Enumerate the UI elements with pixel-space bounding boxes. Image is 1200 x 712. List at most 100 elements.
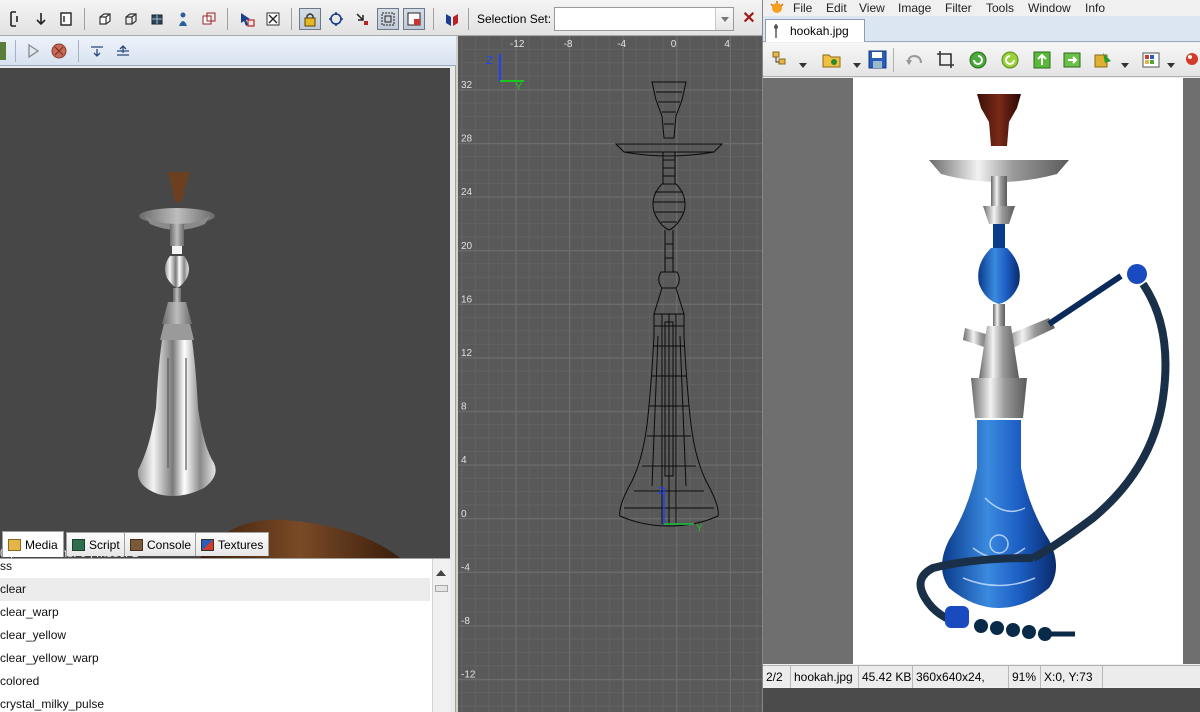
page-tool-icon[interactable] xyxy=(55,8,77,30)
hookah-render: 0 | transforms: 0 | msec: 1 xyxy=(0,172,400,558)
scroll-thumb[interactable] xyxy=(435,585,448,592)
list-item[interactable]: crystal_milky_pulse xyxy=(0,693,430,712)
bracket-tool-icon[interactable] xyxy=(4,8,26,30)
chevron-down-icon[interactable] xyxy=(715,8,733,30)
menu-window[interactable]: Window xyxy=(1028,0,1071,16)
list-item[interactable]: clear_warp xyxy=(0,601,430,624)
export-icon[interactable] xyxy=(1061,49,1083,74)
rotate-left-icon[interactable] xyxy=(967,49,989,74)
menu-bar: File Edit View Image Filter Tools Window… xyxy=(763,0,1200,16)
tab-script[interactable]: Script xyxy=(66,532,126,556)
menu-image[interactable]: Image xyxy=(898,0,931,16)
menu-filter[interactable]: Filter xyxy=(945,0,972,16)
browse-icon[interactable] xyxy=(771,49,793,74)
arrow-tool-icon[interactable] xyxy=(30,8,52,30)
step-up-icon[interactable] xyxy=(114,42,132,63)
list-item[interactable]: clear_yellow_warp xyxy=(0,647,430,670)
main-toolbar: Selection Set: ✕ xyxy=(0,0,762,36)
snap-icon[interactable] xyxy=(403,8,425,30)
play-icon[interactable] xyxy=(24,42,42,63)
open-folder-icon[interactable] xyxy=(821,49,843,74)
color-palette-icon[interactable] xyxy=(1141,49,1163,74)
axis-z-label: Z xyxy=(486,55,493,67)
pivot-icon[interactable] xyxy=(351,8,373,30)
scroll-up-icon[interactable] xyxy=(436,565,446,579)
textures-icon xyxy=(201,538,214,551)
tab-hookah-jpg[interactable]: hookah.jpg xyxy=(765,19,865,42)
mirror-icon[interactable] xyxy=(441,8,463,30)
step-down-icon[interactable] xyxy=(88,42,106,63)
mesh-icon[interactable] xyxy=(146,8,168,30)
group-icon[interactable] xyxy=(198,8,220,30)
chevron-down-icon[interactable] xyxy=(1167,57,1175,71)
panel-edge-icon xyxy=(0,42,6,60)
list-item[interactable]: clear_yellow xyxy=(0,624,430,647)
hookah-photo xyxy=(853,78,1183,664)
render-viewport[interactable]: 0 | transforms: 0 | msec: 1 xyxy=(0,68,450,558)
menu-file[interactable]: File xyxy=(793,0,812,16)
folder-icon xyxy=(8,538,21,551)
top-tick-label: 4 xyxy=(724,39,730,50)
save-icon[interactable] xyxy=(867,49,889,74)
script-icon xyxy=(72,538,85,551)
menu-tools[interactable]: Tools xyxy=(986,0,1014,16)
scene-panel: 0 | transforms: 0 | msec: 1 Media Script… xyxy=(0,36,456,712)
selection-set-label: Selection Set: xyxy=(477,12,552,26)
media-list[interactable]: ss clear clear_warp clear_yellow clear_y… xyxy=(0,558,450,712)
console-icon xyxy=(130,538,143,551)
tab-console-label: Console xyxy=(147,537,192,552)
list-item[interactable]: colored xyxy=(0,670,430,693)
top-tick-label: 0 xyxy=(671,39,677,50)
tab-textures[interactable]: Textures xyxy=(195,532,270,556)
figure-icon[interactable] xyxy=(172,8,194,30)
effects-icon[interactable] xyxy=(1183,49,1200,74)
frame-icon[interactable] xyxy=(377,8,399,30)
rotate-right-icon[interactable] xyxy=(999,49,1021,74)
side-tick-label: 24 xyxy=(461,187,473,198)
menu-edit[interactable]: Edit xyxy=(826,0,847,16)
hookah-image xyxy=(916,94,1170,641)
status-zoom: 91% xyxy=(1009,666,1041,688)
crop-icon[interactable] xyxy=(935,49,957,74)
top-tick-label: -8 xyxy=(564,39,573,50)
side-tick-label: 32 xyxy=(461,80,473,91)
chevron-down-icon[interactable] xyxy=(1121,57,1129,71)
delete-box-icon[interactable] xyxy=(262,8,284,30)
menu-view[interactable]: View xyxy=(859,0,885,16)
lock-icon[interactable] xyxy=(299,8,321,30)
cube-icon[interactable] xyxy=(94,8,116,30)
list-scrollbar[interactable] xyxy=(432,559,450,712)
image-viewer-window: File Edit View Image Filter Tools Window… xyxy=(762,0,1200,712)
tab-textures-label: Textures xyxy=(218,537,264,552)
status-filesize: 45.42 KB xyxy=(859,666,913,688)
side-tick-label: 20 xyxy=(461,241,473,252)
side-tick-label: -4 xyxy=(461,562,470,573)
list-item[interactable]: clear xyxy=(0,578,430,601)
status-filename: hookah.jpg xyxy=(791,666,859,688)
cube-wire-icon[interactable] xyxy=(120,8,142,30)
wireframe-viewport[interactable]: -12 -8 -4 0 4 32 28 24 20 16 12 8 4 0 -4 -8 -12 Z Y xyxy=(458,36,762,712)
tab-media[interactable]: Media xyxy=(2,531,64,557)
image-canvas[interactable] xyxy=(763,78,1200,664)
taskbar-strip xyxy=(763,688,1200,712)
undo-icon[interactable] xyxy=(903,49,925,74)
selection-set-input[interactable] xyxy=(554,7,734,31)
chevron-down-icon[interactable] xyxy=(853,57,861,71)
list-item[interactable]: ss xyxy=(0,559,430,578)
rotate-icon[interactable] xyxy=(325,8,347,30)
close-icon[interactable]: ✕ xyxy=(740,9,758,27)
status-index: 2/2 xyxy=(763,666,791,688)
playback-toolbar xyxy=(0,36,456,66)
stop-icon[interactable] xyxy=(50,42,68,63)
chevron-down-icon[interactable] xyxy=(799,57,807,71)
upload-icon[interactable] xyxy=(1031,49,1053,74)
viewer-statusbar: 2/2 hookah.jpg 45.42 KB 360x640x24, 0.56… xyxy=(763,665,1200,706)
select-box-icon[interactable] xyxy=(236,8,258,30)
top-tick-label: -4 xyxy=(617,39,626,50)
menu-info[interactable]: Info xyxy=(1085,0,1105,16)
tab-console[interactable]: Console xyxy=(124,532,198,556)
side-tick-label: 12 xyxy=(461,348,473,359)
wireframe-grid: -12 -8 -4 0 4 32 28 24 20 16 12 8 4 0 -4 -8 -12 Z Y xyxy=(458,36,762,712)
side-tick-label: 16 xyxy=(461,294,473,305)
batch-icon[interactable] xyxy=(1093,49,1115,74)
